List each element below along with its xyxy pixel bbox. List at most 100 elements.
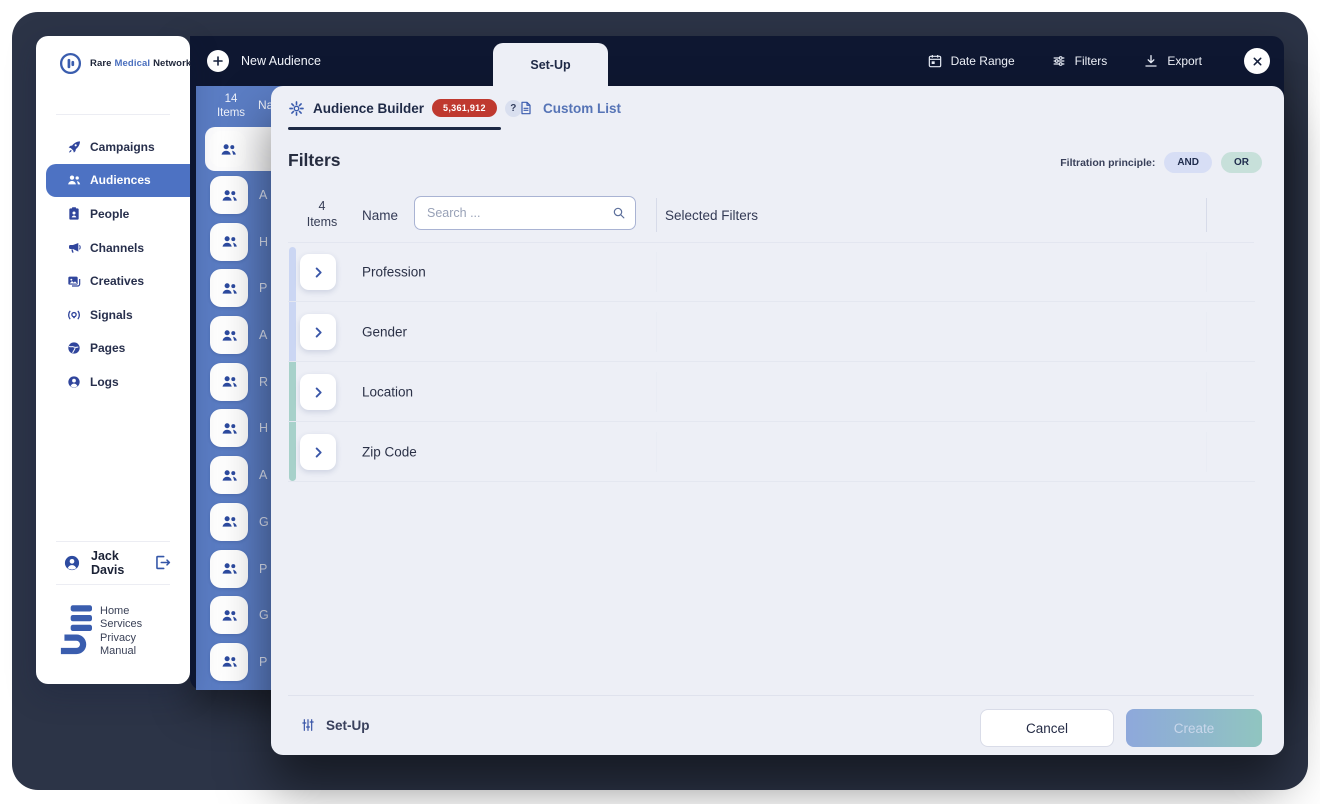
cancel-button[interactable]: Cancel [980, 709, 1114, 747]
filter-row-1[interactable]: Gender [288, 302, 1255, 362]
users-icon [210, 223, 248, 261]
filter-row-label-0: Profession [362, 264, 426, 279]
filter-table-header: 4 Items Name Selected Filters [271, 192, 1284, 243]
footer-set-up: Set-Up [300, 717, 370, 733]
logout-icon [153, 553, 172, 572]
or-toggle[interactable]: OR [1221, 152, 1262, 173]
sidebar-item-pages[interactable]: Pages [36, 332, 190, 366]
users-icon [210, 409, 248, 447]
users-icon [210, 131, 246, 167]
chevron-right-icon [311, 385, 326, 400]
date-range-label: Date Range [951, 54, 1015, 68]
plus-icon [207, 50, 229, 72]
calendar-icon [927, 53, 943, 69]
filters-label: Filters [1075, 54, 1108, 68]
expand-button-0[interactable] [300, 254, 336, 290]
users-icon [210, 550, 248, 588]
column-divider [656, 432, 657, 472]
expand-button-3[interactable] [300, 434, 336, 470]
tab-custom-list[interactable]: Custom List [518, 86, 621, 130]
logout-button[interactable] [152, 553, 172, 573]
sidebar-item-label: Pages [90, 341, 125, 355]
audience-row-label-5: H [259, 421, 268, 435]
expand-button-1[interactable] [300, 314, 336, 350]
filter-row-label-3: Zip Code [362, 444, 417, 459]
sidebar-item-label: Campaigns [90, 140, 155, 154]
tab-custom-list-label: Custom List [543, 101, 621, 116]
footer-link-0[interactable]: Home [100, 605, 142, 618]
footer-divider [288, 695, 1254, 696]
brand-last: Network [153, 58, 191, 69]
sidebar-item-label: Signals [90, 308, 133, 322]
filtration-principle: Filtration principle: AND OR [1060, 152, 1262, 173]
sidebar-item-campaigns[interactable]: Campaigns [36, 130, 190, 164]
users-icon [210, 176, 248, 214]
filter-row-label-2: Location [362, 384, 413, 399]
sidebar-footer-links: Home Services Privacy Manual [100, 605, 142, 659]
id-card-icon [66, 206, 82, 222]
users-icon [210, 456, 248, 494]
footer-link-2[interactable]: Privacy [100, 632, 142, 645]
tab-audience-builder[interactable]: Audience Builder 5,361,912 ? [288, 86, 522, 130]
create-button[interactable]: Create [1126, 709, 1262, 747]
filter-row-0[interactable]: Profession [288, 242, 1255, 302]
brand: RareMedicalNetwork [58, 51, 191, 76]
sidebar-item-signals[interactable]: Signals [36, 298, 190, 332]
and-toggle[interactable]: AND [1164, 152, 1212, 173]
date-range-button[interactable]: Date Range [927, 53, 1015, 69]
column-divider [656, 312, 657, 352]
screen: New Audience Date Range Filters Export 1… [0, 0, 1320, 804]
sidebar-item-audiences[interactable]: Audiences [46, 164, 190, 198]
search-icon [611, 205, 627, 221]
sidebar-item-logs[interactable]: Logs [36, 365, 190, 399]
users-icon [210, 596, 248, 634]
divider [56, 541, 170, 542]
audience-builder-modal: Set-Up Audience Builder 5,361,912 ? Cust… [271, 86, 1284, 755]
sidebar-item-label: People [90, 207, 129, 221]
expand-button-2[interactable] [300, 374, 336, 410]
close-button[interactable] [1244, 48, 1270, 74]
filtration-principle-label: Filtration principle: [1060, 157, 1155, 169]
brand-middle: Medical [115, 58, 151, 69]
sidebar-item-channels[interactable]: Channels [36, 231, 190, 265]
export-label: Export [1167, 54, 1202, 68]
user-avatar-icon [62, 553, 82, 573]
search-box [414, 196, 636, 230]
filter-row-2[interactable]: Location [288, 362, 1255, 422]
divider [56, 114, 170, 115]
name-column-header: Name [362, 208, 398, 223]
audience-row-label-3: A [259, 328, 267, 342]
sidebar-item-label: Channels [90, 241, 144, 255]
close-icon [1252, 56, 1263, 67]
export-button[interactable]: Export [1143, 53, 1202, 69]
sliders-icon [1051, 53, 1067, 69]
sidebar-item-creatives[interactable]: Creatives [36, 264, 190, 298]
footer-link-1[interactable]: Services [100, 618, 142, 631]
column-divider [1206, 312, 1207, 352]
column-divider [1206, 252, 1207, 292]
user-name: Jack Davis [91, 549, 152, 577]
search-input[interactable] [414, 196, 636, 230]
column-divider [1206, 372, 1207, 412]
footer-link-3[interactable]: Manual [100, 645, 142, 658]
audience-row-label-0: A [259, 188, 267, 202]
filters-button[interactable]: Filters [1051, 53, 1108, 69]
new-audience-button[interactable]: New Audience [207, 36, 321, 86]
audience-row-label-6: A [259, 468, 267, 482]
rocket-icon [66, 139, 82, 155]
sidebar: RareMedicalNetwork Campaigns Audiences P… [36, 36, 190, 684]
filter-rows: Profession Gender [288, 242, 1255, 482]
tab-set-up-label: Set-Up [530, 58, 570, 72]
users-icon [66, 172, 82, 188]
sidebar-nav: Campaigns Audiences People Channels Crea… [36, 130, 190, 399]
gear-icon [288, 100, 305, 117]
footer-set-up-label: Set-Up [326, 718, 370, 733]
audience-row-label-8: P [259, 562, 267, 576]
brand-name: RareMedicalNetwork [90, 58, 191, 69]
tab-set-up[interactable]: Set-Up [493, 43, 608, 86]
brand-logo-icon [58, 51, 83, 76]
filter-row-3[interactable]: Zip Code [288, 422, 1255, 482]
megaphone-icon [66, 240, 82, 256]
sidebar-item-people[interactable]: People [36, 197, 190, 231]
topbar-actions: Date Range Filters Export [927, 36, 1270, 86]
